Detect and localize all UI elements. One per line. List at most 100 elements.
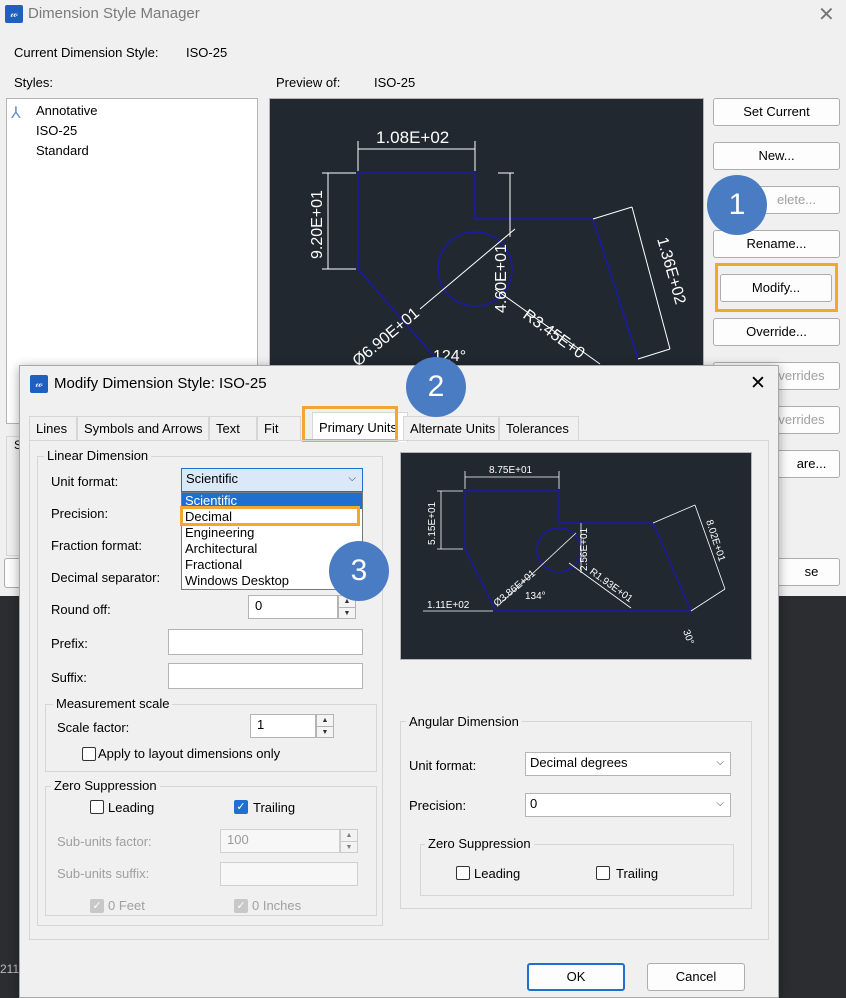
decimal-option-highlight	[180, 506, 360, 526]
step-badge-3: 3	[329, 541, 389, 601]
linear-leading-checkbox[interactable]	[90, 800, 104, 814]
units-preview-angle2-dim: 30°	[680, 628, 696, 646]
apply-layout-label: Apply to layout dimensions only	[98, 746, 281, 761]
style-item-annotative[interactable]: Annotative	[36, 103, 97, 118]
units-preview-top-dim: 8.75E+01	[489, 465, 533, 476]
command-line-text: 211	[0, 962, 20, 976]
angular-dimension-title: Angular Dimension	[406, 714, 522, 729]
override-button[interactable]: Override...	[713, 318, 840, 346]
suffix-label: Suffix:	[51, 670, 87, 685]
step-badge-2: 2	[406, 357, 466, 417]
tab-fit[interactable]: Fit	[257, 416, 301, 440]
units-preview-radius-dim: R1.93E+01	[587, 567, 635, 606]
tab-lines[interactable]: Lines	[29, 416, 77, 440]
unit-format-select[interactable]: Scientific ⌵	[181, 468, 363, 492]
cancel-button[interactable]: Cancel	[647, 963, 745, 991]
units-preview-bottom-dim: 1.11E+02	[427, 600, 470, 611]
angular-precision-select[interactable]: 0 ⌵	[525, 793, 731, 817]
feet-checkbox: ✓	[90, 899, 104, 913]
units-preview-right-dim: 8.02E+01	[703, 519, 727, 564]
linear-leading-label: Leading	[108, 800, 155, 815]
inches-label: 0 Inches	[252, 898, 302, 913]
current-style-value: ISO-25	[186, 45, 228, 60]
subunits-suffix-input	[220, 862, 358, 886]
angular-precision-value: 0	[530, 796, 538, 811]
chevron-down-icon: ⌵	[716, 757, 724, 768]
dialog-title: Modify Dimension Style: ISO-25	[54, 375, 267, 392]
drawing-area-strip	[780, 600, 846, 998]
step-badge-1: 1	[707, 175, 767, 235]
annotative-icon: ⅄	[11, 105, 21, 122]
units-preview-geometry	[464, 490, 693, 612]
scale-factor-input[interactable]: 1	[250, 714, 316, 738]
angular-leading-checkbox[interactable]	[456, 866, 470, 880]
dialog-close-icon[interactable]: ✕	[750, 372, 766, 395]
scale-factor-stepper[interactable]: ▲ ▼	[316, 714, 334, 738]
fraction-format-label: Fraction format:	[51, 538, 143, 553]
linear-trailing-checkbox[interactable]: ✓	[234, 800, 248, 814]
unit-format-value: Scientific	[186, 471, 239, 486]
set-current-button[interactable]: Set Current	[713, 98, 840, 126]
preview-left-dim: 9.20E+01	[309, 190, 326, 259]
chevron-down-icon: ⌵	[348, 473, 356, 484]
inches-checkbox: ✓	[234, 899, 248, 913]
style-item-standard[interactable]: Standard	[36, 143, 89, 158]
current-style-label: Current Dimension Style:	[14, 45, 159, 60]
angular-leading-label: Leading	[474, 866, 521, 881]
subunits-suffix-label: Sub-units suffix:	[57, 866, 150, 881]
dialog-app-icon: 𝓌	[30, 375, 48, 393]
units-preview-inner-dim: 2.56E+01	[579, 527, 590, 571]
units-preview-left-dim: 5.15E+01	[427, 501, 438, 545]
ok-button[interactable]: OK	[527, 963, 625, 991]
round-off-input[interactable]: 0	[248, 595, 338, 619]
angular-unit-format-select[interactable]: Decimal degrees ⌵	[525, 752, 731, 776]
linear-zero-suppression-title: Zero Suppression	[51, 778, 160, 793]
angular-precision-label: Precision:	[409, 798, 467, 813]
apply-layout-checkbox[interactable]	[82, 747, 96, 761]
preview-right-dim: 1.36E+02	[653, 235, 688, 306]
preview-inner-dim: 4.60E+01	[493, 244, 510, 313]
measurement-scale-title: Measurement scale	[53, 696, 173, 711]
window-title: Dimension Style Manager	[28, 5, 200, 22]
new-button[interactable]: New...	[713, 142, 840, 170]
close-icon[interactable]: ✕	[818, 2, 835, 27]
chevron-down-icon: ⌵	[716, 798, 724, 809]
suffix-input[interactable]	[168, 663, 363, 689]
angular-zero-suppression-title: Zero Suppression	[425, 836, 534, 851]
style-preview-canvas: 1.08E+02 9.20E+01 1.36E+02 4.60E+01 R3.4…	[269, 98, 704, 368]
tab-tolerances[interactable]: Tolerances	[499, 416, 579, 440]
subunits-factor-stepper: ▲ ▼	[340, 829, 358, 853]
scale-factor-label: Scale factor:	[57, 720, 130, 735]
tab-alternate-units[interactable]: Alternate Units	[403, 416, 499, 440]
preview-radius-dim: R3.45E+0	[520, 306, 588, 362]
modify-highlight	[715, 263, 838, 312]
linear-trailing-label: Trailing	[253, 800, 296, 815]
subunits-factor-input: 100	[220, 829, 340, 853]
units-preview-canvas: 8.75E+01 5.15E+01 8.02E+01 2.56E+01 R1.9…	[400, 452, 752, 660]
decimal-separator-label: Decimal separator:	[51, 570, 161, 585]
round-off-label: Round off:	[51, 602, 111, 617]
angular-trailing-checkbox[interactable]	[596, 866, 610, 880]
primary-units-tab-highlight	[302, 406, 398, 442]
subunits-factor-label: Sub-units factor:	[57, 834, 152, 849]
angular-trailing-label: Trailing	[616, 866, 659, 881]
style-preview-drawing: 1.08E+02 9.20E+01 1.36E+02 4.60E+01 R3.4…	[309, 128, 689, 367]
app-icon: 𝓌	[5, 5, 23, 23]
dropdown-option-engineering[interactable]: Engineering	[182, 525, 362, 541]
preview-top-dim: 1.08E+02	[376, 128, 449, 147]
tab-strip: Lines Symbols and Arrows Text Fit Primar…	[29, 412, 779, 442]
angular-unit-format-label: Unit format:	[409, 758, 477, 773]
style-item-iso-25[interactable]: ISO-25	[36, 123, 77, 138]
precision-label: Precision:	[51, 506, 109, 521]
units-preview-diameter-dim: Ø3.86E+01	[492, 568, 538, 609]
preview-of-value: ISO-25	[374, 75, 416, 90]
preview-of-label: Preview of:	[276, 75, 341, 90]
styles-label: Styles:	[14, 75, 54, 90]
prefix-label: Prefix:	[51, 636, 88, 651]
tab-text[interactable]: Text	[209, 416, 257, 440]
feet-label: 0 Feet	[108, 898, 145, 913]
prefix-input[interactable]	[168, 629, 363, 655]
linear-dimension-title: Linear Dimension	[44, 448, 152, 463]
units-preview-angle-dim: 134°	[525, 591, 546, 602]
tab-symbols-and-arrows[interactable]: Symbols and Arrows	[77, 416, 209, 440]
